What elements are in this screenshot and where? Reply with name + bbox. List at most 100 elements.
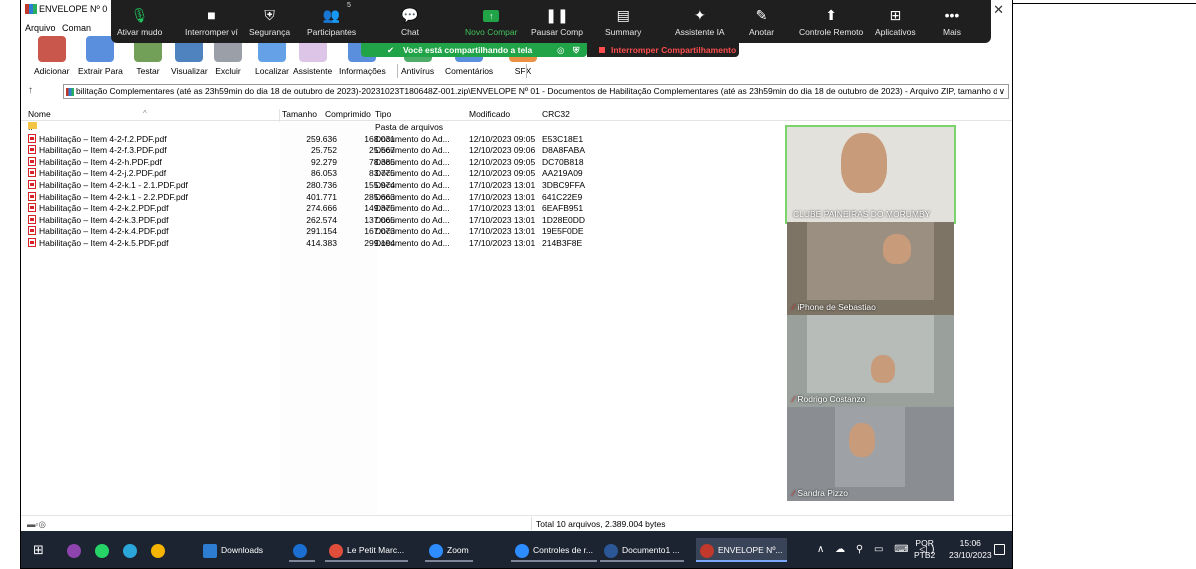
zoom-novo-compar-button[interactable]: ↑ Novo Compar bbox=[465, 4, 517, 37]
participant-video-panel: CLUBE PAINEIRAS DO MORUMBY ⁄ iPhone de Seb… bbox=[785, 125, 956, 501]
notification-icon[interactable] bbox=[994, 544, 1005, 555]
cell-type: Documento do Ad... bbox=[375, 214, 450, 225]
taskbar-zoom-button[interactable]: Zoom bbox=[425, 538, 473, 562]
participant-name: ⁄ Sandra Pizzo bbox=[793, 488, 848, 498]
drive-icon: ▬▫◎ bbox=[27, 519, 46, 529]
participant-face bbox=[883, 234, 911, 264]
cell-crc: 6EAFB951 bbox=[542, 203, 584, 214]
taskbar-folder-button[interactable]: Downloads bbox=[203, 538, 263, 562]
cell-name: Habilitação – Item 4-2-k.4.PDF.pdf bbox=[28, 226, 168, 236]
col-modified[interactable]: Modificado bbox=[469, 109, 510, 119]
menu-comandos[interactable]: Coman bbox=[62, 23, 91, 33]
muted-mic-icon: ⁄ bbox=[793, 302, 795, 312]
participant-tile[interactable]: ⁄ Rodrigo Costanzo bbox=[787, 315, 954, 407]
zoom-participantes-button[interactable]: 👥 Participantes bbox=[307, 4, 356, 37]
adicionar-icon bbox=[37, 36, 66, 62]
pdf-icon bbox=[28, 237, 36, 247]
cell-modified: 12/10/2023 09:05 bbox=[469, 156, 536, 167]
chrome-icon[interactable] bbox=[151, 538, 169, 562]
participant-tile[interactable]: CLUBE PAINEIRAS DO MORUMBY bbox=[785, 125, 956, 224]
close-icon[interactable]: ✕ bbox=[993, 2, 1004, 18]
cell-crc: E53C18E1 bbox=[542, 133, 584, 144]
pdf-icon bbox=[28, 203, 36, 213]
list-header: Nome ^ Tamanho Comprimido Tipo Modificad… bbox=[21, 106, 1012, 122]
zoom-seguran-a-button[interactable]: ⛨ Segurança bbox=[249, 4, 290, 37]
pdf-icon bbox=[28, 168, 36, 178]
clock[interactable]: 15:06 23/10/2023 bbox=[949, 537, 992, 561]
cell-name: Habilitação – Item 4-2-k.5.PDF.pdf bbox=[28, 237, 168, 248]
windows-start-icon[interactable]: ⊞ bbox=[33, 538, 44, 562]
annotate-icon: ✎ bbox=[755, 7, 768, 23]
chevron-down-icon[interactable]: ∨ bbox=[996, 85, 1005, 98]
taskbar-winrar-button[interactable]: ENVELOPE Nº... bbox=[696, 538, 787, 562]
video-icon: ■ bbox=[207, 7, 216, 23]
participant-tile[interactable]: ⁄ iPhone de Sebastiao bbox=[787, 222, 954, 315]
stop-share-button[interactable]: Interromper Compartilhamento bbox=[587, 43, 739, 57]
cell-name: Habilitação – Item 4-2-k.1 - 2.2.PDF.pdf bbox=[28, 191, 188, 202]
cell-size: 401.771 bbox=[306, 191, 337, 202]
muted-mic-icon: ⁄ bbox=[793, 488, 795, 498]
language-indicator[interactable]: POR PTB2 bbox=[914, 537, 935, 561]
cell-crc: DC70B818 bbox=[542, 156, 584, 167]
zoom-summary-button[interactable]: ▤ Summary bbox=[605, 4, 641, 37]
zip-archive-icon bbox=[66, 88, 74, 96]
cell-size: 92.279 bbox=[311, 156, 337, 167]
zoom-assistente-ia-button[interactable]: ✦ Assistente IA bbox=[675, 4, 725, 37]
zoom-pausar-comp-button[interactable]: ❚❚ Pausar Comp bbox=[531, 4, 583, 37]
cell-name: Habilitação – Item 4-2-k.2.PDF.pdf bbox=[28, 203, 168, 213]
winrar-app-icon bbox=[25, 4, 37, 14]
cell-modified: 17/10/2023 13:01 bbox=[469, 226, 536, 237]
sort-caret-icon: ^ bbox=[143, 109, 147, 118]
zoom-aplicativos-button[interactable]: ⊞ Aplicativos bbox=[875, 4, 916, 37]
more-icon: ••• bbox=[944, 7, 960, 23]
path-field[interactable]: bilitação Complementares (até as 23h59mi… bbox=[63, 84, 1009, 99]
sharing-indicator: ✔ Você está compartilhando a tela ◎ ⛨ bbox=[361, 43, 587, 57]
cell-size: 291.154 bbox=[306, 226, 337, 237]
zoom-ativar-mudo-button[interactable]: 🎙 Ativar mudo bbox=[117, 4, 162, 37]
whatsapp-icon[interactable] bbox=[95, 538, 113, 562]
taskbar-chrome-button[interactable]: Le Petit Marc... bbox=[325, 538, 409, 562]
cell-modified: 12/10/2023 09:05 bbox=[469, 168, 536, 179]
winrar-window: ENVELOPE Nº 0 ✕ Arquivo Coman Adicionar E… bbox=[20, 0, 1013, 569]
col-type[interactable]: Tipo bbox=[375, 109, 391, 119]
participant-tile[interactable]: ⁄ Sandra Pizzo bbox=[787, 407, 954, 501]
participant-name: CLUBE PAINEIRAS DO MORUMBY bbox=[793, 209, 931, 219]
path-text: bilitação Complementares (até as 23h59mi… bbox=[76, 86, 998, 96]
taskbar-outlook-button[interactable] bbox=[289, 538, 315, 562]
cell-type: Documento do Ad... bbox=[375, 133, 450, 144]
toolbar-adicionar-button[interactable]: Adicionar bbox=[34, 36, 69, 76]
menu-arquivo[interactable]: Arquivo bbox=[25, 23, 56, 33]
cell-type: Documento do Ad... bbox=[375, 179, 450, 190]
cell-name: .. bbox=[28, 122, 37, 132]
muted-mic-icon: ⁄ bbox=[793, 394, 795, 404]
col-crc[interactable]: CRC32 bbox=[542, 109, 570, 119]
zoom-interromper-v--button[interactable]: ■ Interromper ví bbox=[185, 4, 238, 37]
pdf-icon bbox=[28, 214, 36, 224]
cell-name: Habilitação – Item 4-2-k.1 - 2.1.PDF.pdf bbox=[28, 179, 188, 190]
col-size[interactable]: Tamanho bbox=[282, 109, 317, 119]
cell-crc: 1D28E0DD bbox=[542, 214, 585, 225]
app-icon-1[interactable] bbox=[67, 538, 85, 562]
up-arrow-icon[interactable]: ↑ bbox=[28, 85, 33, 96]
taskbar-zoom-button[interactable]: Controles de r... bbox=[511, 538, 598, 562]
zoom-icon bbox=[515, 543, 529, 558]
winrar-icon bbox=[700, 543, 714, 558]
cell-type: Pasta de arquivos bbox=[375, 122, 444, 132]
cell-name: Habilitação – Item 4-2-f.2.PDF.pdf bbox=[28, 133, 167, 144]
cell-crc: 214B3F8E bbox=[542, 237, 583, 248]
col-name[interactable]: Nome bbox=[28, 109, 51, 119]
taskbar-word-button[interactable]: Documento1 ... bbox=[600, 538, 684, 562]
pdf-icon bbox=[28, 133, 36, 143]
cell-name: Habilitação – Item 4-2-k.3.PDF.pdf bbox=[28, 214, 168, 225]
cell-size: 414.383 bbox=[306, 237, 337, 248]
participant-name: ⁄ iPhone de Sebastiao bbox=[793, 302, 876, 312]
zoom-mais-button[interactable]: ••• Mais bbox=[943, 4, 961, 37]
zoom-chat-button[interactable]: 💬 Chat bbox=[401, 4, 419, 37]
edge-icon[interactable] bbox=[123, 538, 141, 562]
zoom-controle-remoto-button[interactable]: ⬆ Controle Remoto bbox=[799, 4, 863, 37]
zoom-anotar-button[interactable]: ✎ Anotar bbox=[749, 4, 774, 37]
cell-size: 274.666 bbox=[306, 203, 337, 214]
share-screen-icon: ↑ bbox=[465, 4, 517, 26]
outlook-icon bbox=[293, 543, 307, 558]
col-packed[interactable]: Comprimido bbox=[325, 109, 371, 119]
